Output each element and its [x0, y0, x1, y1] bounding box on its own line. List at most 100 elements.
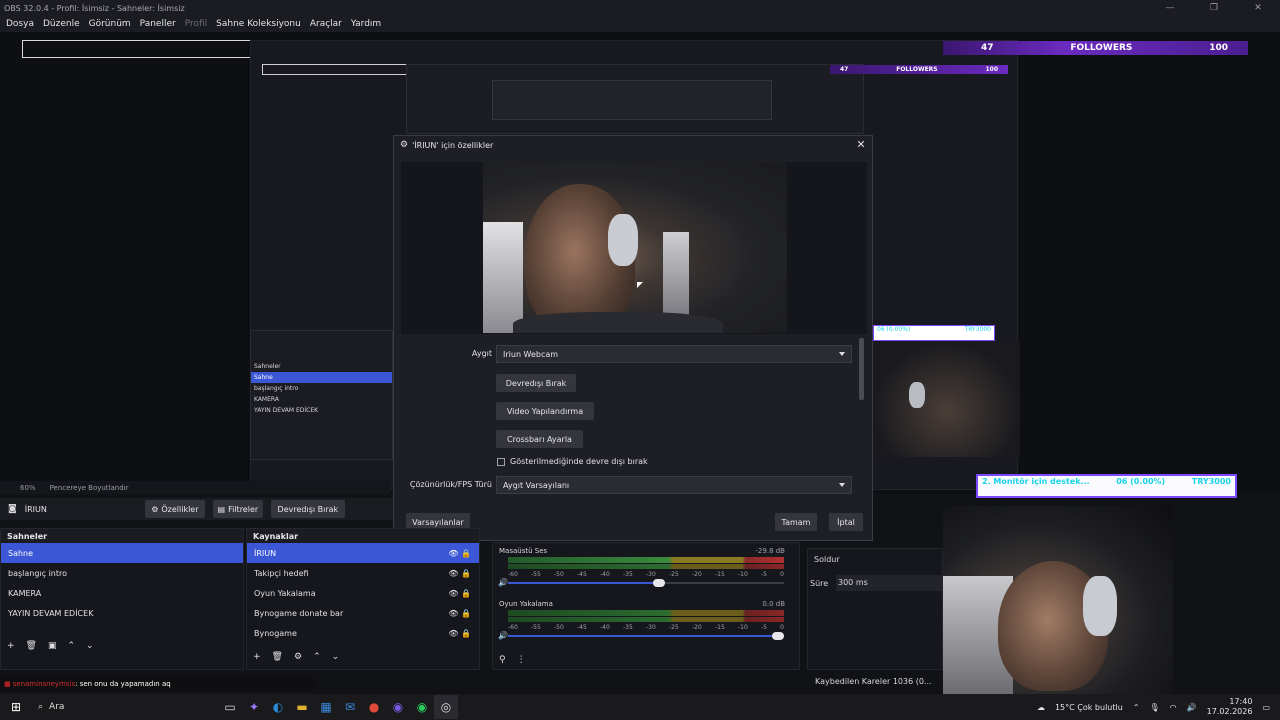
chevron-up-icon[interactable]: ⌃: [68, 641, 76, 651]
zoom-level[interactable]: 60%: [20, 484, 36, 492]
volume-slider[interactable]: [508, 632, 784, 640]
track-name: Oyun Yakalama: [499, 600, 553, 608]
menu-docks[interactable]: Paneller: [140, 19, 176, 29]
menu-file[interactable]: Dosya: [6, 19, 34, 29]
add-icon[interactable]: +: [253, 652, 261, 662]
source-item[interactable]: Oyun Yakalama 👁 🔒: [247, 583, 479, 603]
dialog-title: 'İRIUN' için özellikler: [412, 140, 494, 150]
filter-icon: ▤: [217, 504, 226, 514]
taskbar-search[interactable]: ⌕ Ara: [28, 702, 218, 712]
more-icon[interactable]: ⋮: [517, 655, 526, 665]
menu-view[interactable]: Görünüm: [89, 19, 131, 29]
spotify-icon[interactable]: ◉: [410, 695, 434, 719]
eye-lock-icons[interactable]: 👁 🔒: [448, 629, 471, 638]
close-window-button[interactable]: ✕: [1236, 0, 1280, 16]
tick-label: -50: [554, 624, 564, 631]
outlook-icon[interactable]: ✉: [338, 695, 362, 719]
chevron-down-icon: [839, 483, 845, 487]
tick-label: -20: [692, 624, 702, 631]
deactivate-button[interactable]: Devredışı Bırak: [496, 374, 576, 392]
minimize-button[interactable]: —: [1148, 0, 1192, 16]
menu-scene-collection[interactable]: Sahne Koleksiyonu: [216, 19, 301, 29]
properties-label: Özellikler: [161, 504, 199, 514]
nested-preview-screen-3: [492, 80, 772, 120]
task-view-icon[interactable]: ▭: [218, 695, 242, 719]
filter-icon[interactable]: ▣: [48, 641, 57, 651]
notification-icon[interactable]: ▭: [1262, 703, 1270, 712]
obs-icon[interactable]: ◎: [434, 695, 458, 719]
windows-start-icon[interactable]: ⊞: [4, 695, 28, 719]
trash-icon[interactable]: 🗑: [272, 652, 283, 662]
weather-text[interactable]: 15°C Çok bulutlu: [1055, 703, 1123, 712]
source-item[interactable]: Takipçi hedefi 👁 🔒: [247, 563, 479, 583]
track-name: Masaüstü Ses: [499, 547, 548, 555]
volume-knob[interactable]: [653, 579, 666, 587]
close-icon[interactable]: ✕: [854, 137, 868, 151]
scene-item[interactable]: KAMERA: [1, 583, 243, 603]
volume-icon[interactable]: 🔊: [1187, 703, 1197, 712]
transition-type[interactable]: Soldur: [814, 555, 840, 564]
chevron-down-icon[interactable]: ⌄: [86, 641, 94, 651]
menu-tools[interactable]: Araçlar: [310, 19, 342, 29]
wifi-icon[interactable]: ◠: [1170, 703, 1177, 712]
menu-help[interactable]: Yardım: [351, 19, 381, 29]
eye-lock-icons[interactable]: 👁 🔒: [448, 569, 471, 578]
followers-label: FOLLOWERS: [1070, 43, 1133, 53]
filters-button[interactable]: ▤ Filtreler: [212, 500, 263, 518]
edge-icon[interactable]: ◐: [266, 695, 290, 719]
chrome-icon[interactable]: ●: [362, 695, 386, 719]
donate-amount: TRY3000: [1191, 477, 1231, 486]
duration-input[interactable]: 300 ms: [836, 575, 942, 591]
copilot-icon[interactable]: ✦: [242, 695, 266, 719]
scene-item[interactable]: YAYIN DEVAM EDİCEK: [1, 603, 243, 623]
microphone-icon[interactable]: 🎙: [1150, 703, 1160, 712]
duration-label: Süre: [810, 579, 829, 588]
source-item[interactable]: Bynogame 👁 🔒: [247, 623, 479, 643]
trash-icon[interactable]: 🗑: [26, 641, 37, 651]
link-icon[interactable]: ⚲: [499, 655, 506, 665]
resolution-select[interactable]: Aygıt Varsayılanı: [496, 476, 852, 494]
gear-icon[interactable]: ⚙: [294, 652, 302, 662]
scene-item[interactable]: başlangıç intro: [1, 563, 243, 583]
scene-item[interactable]: Sahne: [1, 543, 243, 563]
chevron-up-icon[interactable]: ⌃: [1133, 703, 1140, 712]
properties-button[interactable]: ⚙ Özellikler: [144, 500, 205, 518]
tick-label: -60: [508, 624, 518, 631]
volume-knob[interactable]: [772, 632, 784, 640]
cancel-button[interactable]: İptal: [829, 513, 863, 531]
eye-lock-icons[interactable]: 👁 🔒: [448, 589, 471, 598]
dialog-scrollbar[interactable]: [859, 338, 864, 400]
nested-followers-count: 47: [840, 66, 849, 73]
speaker-icon[interactable]: 🔊: [498, 578, 508, 587]
menu-edit[interactable]: Düzenle: [43, 19, 80, 29]
source-deactivate-button[interactable]: Devredışı Bırak: [270, 500, 345, 518]
nested-followers-goal: 100: [985, 66, 998, 73]
device-select[interactable]: Iriun Webcam: [496, 345, 852, 363]
chevron-up-icon[interactable]: ⌃: [313, 652, 321, 662]
store-icon[interactable]: ▦: [314, 695, 338, 719]
add-icon[interactable]: +: [7, 641, 15, 651]
fit-mode[interactable]: Pencereye Boyutlandır: [50, 484, 129, 492]
source-item[interactable]: Bynogame donate bar 👁 🔒: [247, 603, 479, 623]
ok-button[interactable]: Tamam: [775, 513, 817, 531]
source-item[interactable]: İRIUN 👁 🔒: [247, 543, 479, 563]
maximize-button[interactable]: ❐: [1192, 0, 1236, 16]
file-explorer-icon[interactable]: ▬: [290, 695, 314, 719]
hide-deactivate-checkbox[interactable]: [497, 458, 505, 466]
nested-donate-mid: 06 (0.00%): [877, 326, 911, 333]
tick-label: -45: [577, 624, 587, 631]
video-config-button[interactable]: Video Yapılandırma: [496, 402, 594, 420]
chat-user: senaminsneymsis: [12, 680, 76, 688]
nested-scene-item: başlangıç intro: [254, 385, 299, 392]
clock[interactable]: 17:40 17.02.2026: [1207, 697, 1253, 717]
crossbar-button[interactable]: Crossbarı Ayarla: [496, 430, 583, 448]
eye-lock-icons[interactable]: 👁 🔒: [448, 549, 471, 558]
speaker-icon[interactable]: 🔊: [498, 631, 508, 640]
nested-scene-item: KAMERA: [254, 396, 279, 403]
chevron-down-icon[interactable]: ⌄: [332, 652, 340, 662]
volume-slider[interactable]: [508, 579, 784, 587]
discord-icon[interactable]: ◉: [386, 695, 410, 719]
menu-profile[interactable]: Profil: [185, 19, 207, 29]
eye-lock-icons[interactable]: 👁 🔒: [448, 609, 471, 618]
clock-date: 17.02.2026: [1206, 707, 1253, 716]
